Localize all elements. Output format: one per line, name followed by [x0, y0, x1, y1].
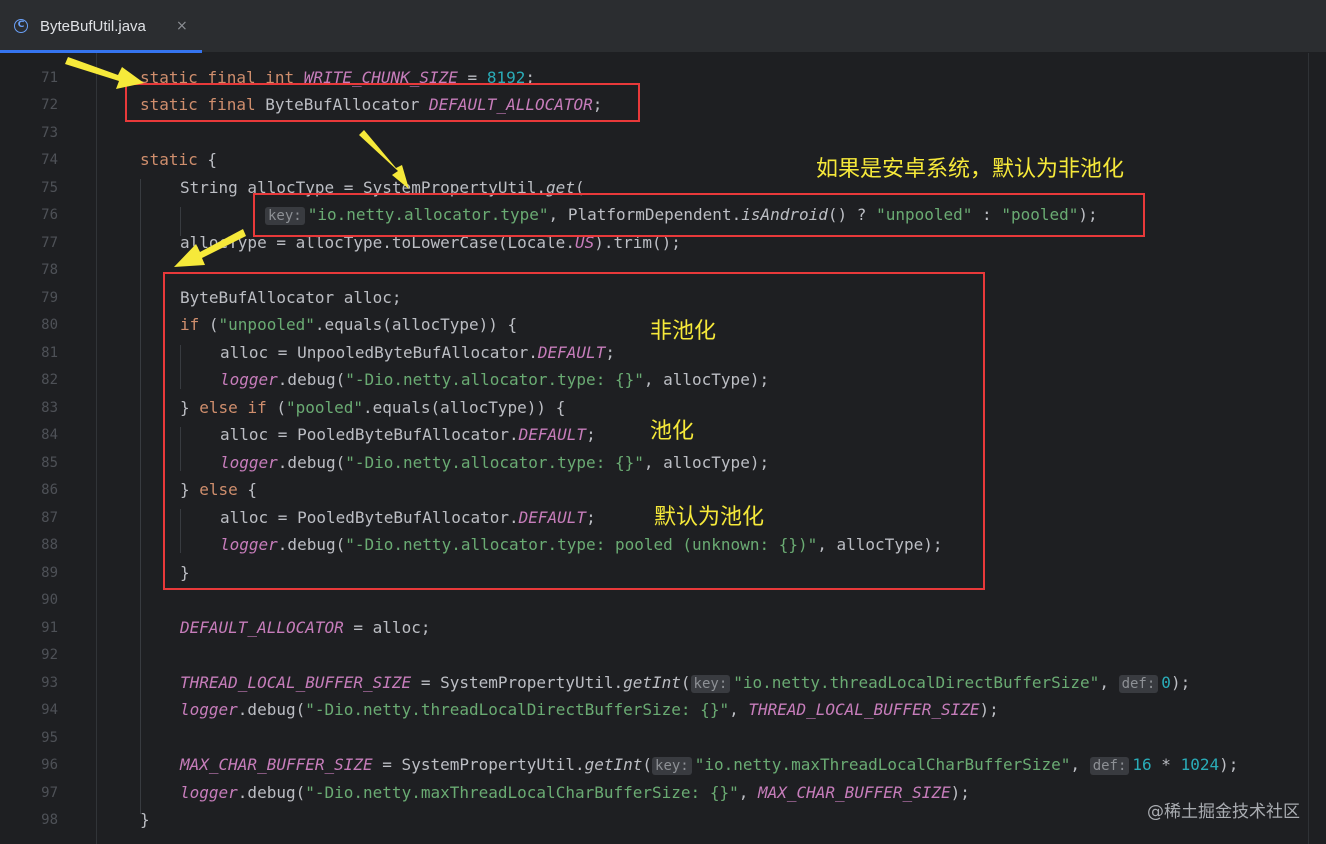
- arrow-icon: [65, 57, 144, 89]
- annotation-arrows: [65, 57, 409, 267]
- tab-label: ByteBufUtil.java: [40, 18, 146, 35]
- code-editor[interactable]: 71 72 73 74 75 76 77 78 79 80 81 82 83 8…: [0, 53, 1326, 844]
- watermark: @稀土掘金技术社区: [1147, 802, 1300, 822]
- close-icon[interactable]: ×: [176, 18, 188, 34]
- tab-bytebufutil[interactable]: C ByteBufUtil.java ×: [0, 0, 202, 53]
- arrow-icon: [174, 229, 246, 267]
- editor-tab-bar: C ByteBufUtil.java ×: [0, 0, 1326, 53]
- arrow-icon: [359, 130, 409, 189]
- class-icon: C: [14, 19, 28, 33]
